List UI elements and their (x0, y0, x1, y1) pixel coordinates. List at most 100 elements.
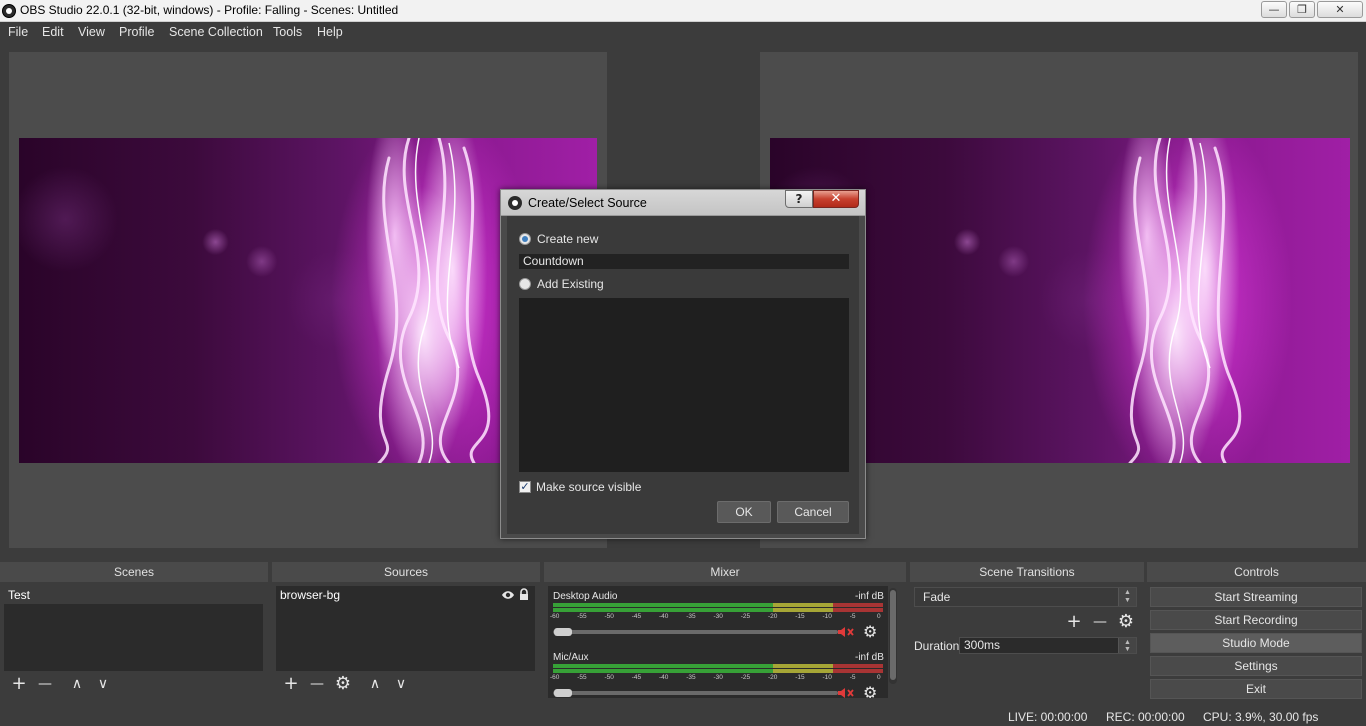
meter-tick-label: -20 (768, 613, 778, 620)
make-visible-checkbox[interactable]: ✓ (519, 481, 531, 493)
scenes-list[interactable]: Test (4, 586, 263, 671)
add-existing-label[interactable]: Add Existing (537, 277, 604, 291)
meter-tick-label: -30 (713, 613, 723, 620)
maximize-button[interactable]: ❐ (1289, 1, 1315, 18)
meter-tick-label: -15 (795, 674, 805, 681)
start-streaming-button[interactable]: Start Streaming (1150, 587, 1362, 607)
source-name-input[interactable]: Countdown (519, 254, 849, 269)
menu-scene-collection[interactable]: Scene Collection (169, 25, 263, 39)
mixer-channel-level: -inf dB (855, 591, 884, 602)
meter-tick-label: -55 (577, 613, 587, 620)
make-visible-label[interactable]: Make source visible (536, 480, 641, 494)
transition-properties-gear-icon[interactable]: ⚙ (1116, 612, 1136, 632)
create-select-source-dialog: Create/Select Source ? ✕ Create new Coun… (500, 189, 866, 539)
close-window-button[interactable]: ✕ (1317, 1, 1363, 18)
muted-speaker-icon[interactable] (837, 687, 855, 698)
mixer-channel-name: Mic/Aux (553, 652, 589, 663)
mixer-scrollbar-thumb[interactable] (890, 590, 896, 680)
meter-tick-label: -60 (550, 613, 560, 620)
remove-transition-icon[interactable]: — (1090, 612, 1110, 632)
duration-value: 300ms (964, 638, 1001, 652)
meter-tick-label: -30 (713, 674, 723, 681)
duration-label: Duration (914, 639, 960, 653)
existing-sources-list[interactable] (519, 298, 849, 472)
move-scene-up-icon[interactable]: ∧ (67, 674, 87, 694)
meter-green (553, 608, 773, 612)
audio-mixer: Desktop Audio -inf dB -60 -55 -50 -45 -40 -35… (548, 586, 888, 698)
dialog-body: Create new Countdown Add Existing ✓ Make… (507, 216, 859, 534)
meter-tick-label: -10 (822, 674, 832, 681)
window-title: OBS Studio 22.0.1 (32-bit, windows) - Pr… (20, 3, 399, 17)
mixer-settings-gear-icon[interactable]: ⚙ (863, 622, 877, 641)
remove-scene-icon[interactable]: — (35, 674, 55, 694)
meter-yellow (773, 608, 833, 612)
cancel-button[interactable]: Cancel (777, 501, 849, 523)
exit-button[interactable]: Exit (1150, 679, 1362, 699)
source-item-label: browser-bg (280, 588, 341, 602)
remove-source-icon[interactable]: — (307, 674, 327, 694)
meter-tick-label: -45 (631, 613, 642, 620)
mixer-channel-name: Desktop Audio (553, 591, 618, 602)
duration-spinbox[interactable]: 300ms ▲ ▼ (959, 637, 1137, 654)
menu-view[interactable]: View (78, 25, 105, 39)
mixer-scrollbar[interactable] (889, 588, 897, 684)
menu-tools[interactable]: Tools (273, 25, 302, 39)
create-new-label[interactable]: Create new (537, 232, 598, 246)
meter-yellow (773, 669, 833, 673)
menu-file[interactable]: File (8, 25, 28, 39)
scene-item[interactable]: Test (4, 586, 263, 604)
add-existing-radio[interactable] (519, 278, 531, 290)
dialog-titlebar[interactable]: Create/Select Source ? ✕ (501, 190, 865, 216)
settings-button[interactable]: Settings (1150, 656, 1362, 676)
meter-tick-label: -10 (822, 613, 832, 620)
transitions-dock-title: Scene Transitions (910, 562, 1144, 582)
meter-tick-label: 0 (877, 674, 881, 681)
meter-tick-label: -55 (577, 674, 587, 681)
meter-red (833, 603, 883, 607)
create-new-radio[interactable] (519, 233, 531, 245)
add-source-icon[interactable]: + (281, 674, 301, 694)
mixer-settings-gear-icon[interactable]: ⚙ (863, 683, 877, 698)
minimize-button[interactable]: — (1261, 1, 1287, 18)
meter-green (553, 669, 773, 673)
meter-tick-label: -35 (686, 613, 696, 620)
volume-slider[interactable] (553, 630, 838, 634)
meter-tick-label: -50 (604, 613, 614, 620)
visibility-eye-icon[interactable] (501, 589, 515, 601)
meter-tick-label: -60 (550, 674, 560, 681)
sources-dock-title: Sources (272, 562, 540, 582)
volume-slider-knob[interactable] (554, 689, 572, 697)
meter-yellow (773, 603, 833, 607)
menu-edit[interactable]: Edit (42, 25, 64, 39)
studio-mode-button[interactable]: Studio Mode (1150, 633, 1362, 653)
menu-profile[interactable]: Profile (119, 25, 154, 39)
meter-tick-label: -40 (659, 674, 669, 681)
dialog-title: Create/Select Source (528, 196, 647, 210)
help-button[interactable]: ? (785, 190, 813, 208)
ok-button[interactable]: OK (717, 501, 771, 523)
source-item[interactable]: browser-bg (276, 586, 535, 604)
menu-help[interactable]: Help (317, 25, 343, 39)
muted-speaker-icon[interactable] (837, 626, 855, 638)
meter-yellow (773, 664, 833, 668)
transition-select[interactable]: Fade ▲ ▼ (914, 587, 1137, 607)
volume-slider-knob[interactable] (554, 628, 572, 636)
move-source-down-icon[interactable]: ∨ (391, 674, 411, 694)
source-properties-gear-icon[interactable]: ⚙ (333, 674, 353, 694)
start-recording-button[interactable]: Start Recording (1150, 610, 1362, 630)
add-transition-icon[interactable]: + (1064, 612, 1084, 632)
add-scene-icon[interactable]: + (9, 674, 29, 694)
meter-green (553, 664, 773, 668)
sources-list[interactable]: browser-bg (276, 586, 535, 671)
meter-tick-label: -5 (849, 674, 856, 681)
chevron-up-down-icon: ▲ ▼ (1118, 588, 1136, 606)
mixer-dock-title: Mixer (544, 562, 906, 582)
dialog-close-button[interactable]: ✕ (813, 190, 859, 208)
transition-selected-value: Fade (923, 590, 951, 604)
lock-icon[interactable] (519, 588, 529, 601)
meter-red (833, 608, 883, 612)
move-scene-down-icon[interactable]: ∨ (93, 674, 113, 694)
scenes-dock-title: Scenes (0, 562, 268, 582)
move-source-up-icon[interactable]: ∧ (365, 674, 385, 694)
volume-slider[interactable] (553, 691, 838, 695)
